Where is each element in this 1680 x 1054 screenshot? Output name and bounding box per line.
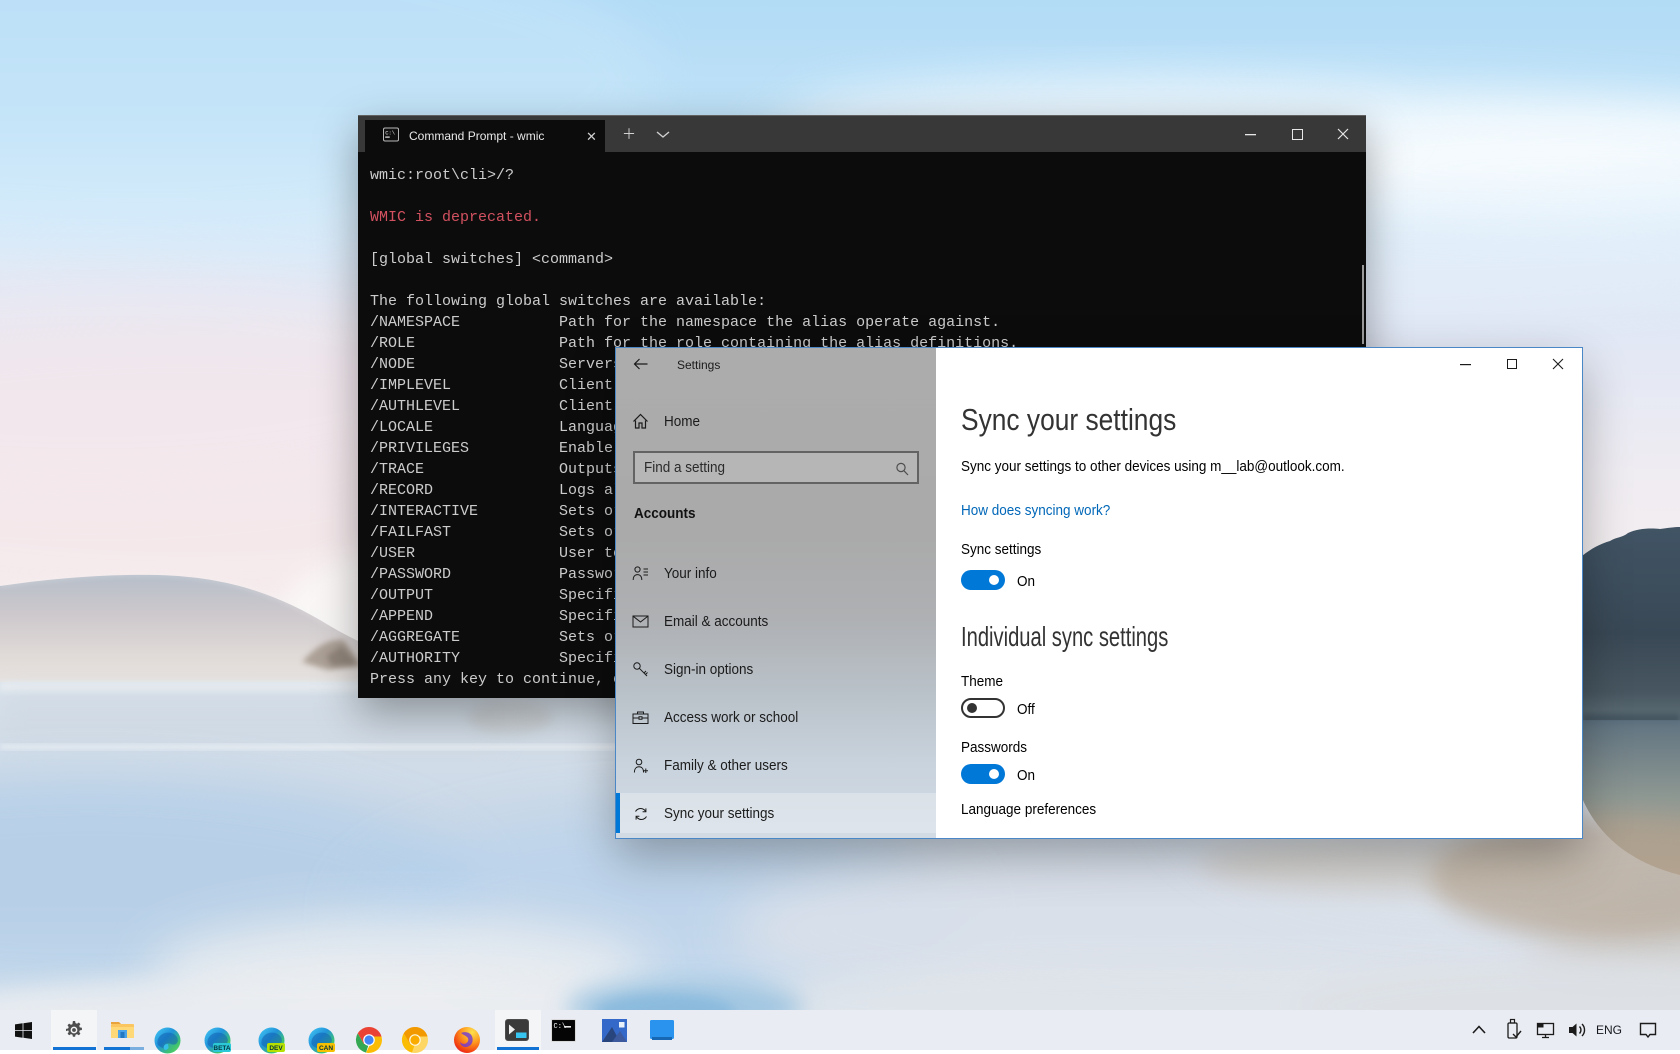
svg-text:BETA: BETA xyxy=(213,1045,231,1052)
svg-text:C:\: C:\ xyxy=(385,130,395,137)
svg-text:CAN: CAN xyxy=(319,1045,333,1052)
svg-text:DEV: DEV xyxy=(269,1045,283,1052)
